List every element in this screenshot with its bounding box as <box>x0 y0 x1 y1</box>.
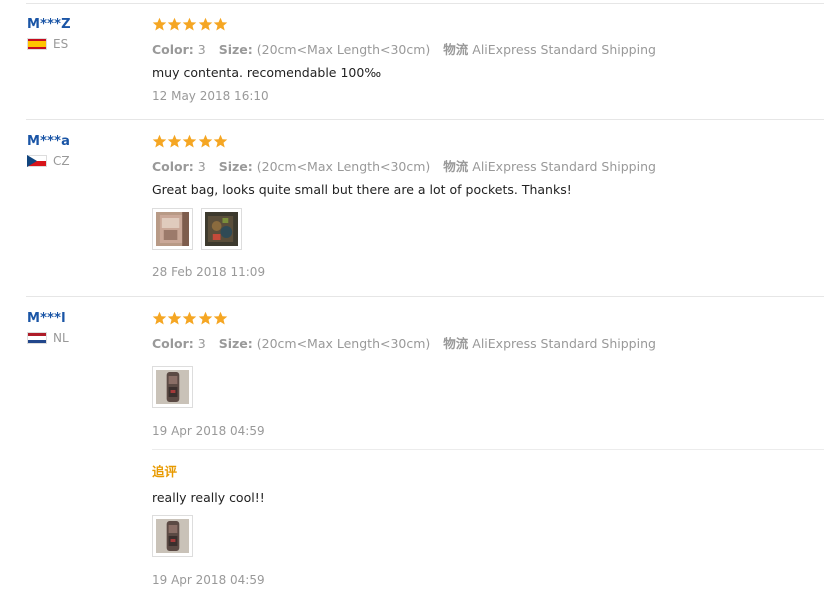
star-rating <box>152 311 812 327</box>
star-icon <box>152 134 167 148</box>
color-label: Color: <box>152 159 194 174</box>
order-info: Color: 3 Size: (20cm<Max Length<30cm) 物流… <box>152 156 656 175</box>
star-icon <box>167 311 182 325</box>
size-label: Size: <box>218 42 253 57</box>
shipping-value: AliExpress Standard Shipping <box>472 42 656 57</box>
star-icon <box>198 134 212 148</box>
star-icon <box>183 17 197 31</box>
additional-review-divider <box>152 449 824 450</box>
review-date: 12 May 2018 16:10 <box>152 89 269 103</box>
bag-photo-icon <box>205 212 238 246</box>
star-icon <box>198 311 212 325</box>
color-value: 3 <box>197 159 206 174</box>
czech-flag-icon <box>27 155 47 167</box>
user-name[interactable]: M***a <box>27 134 70 149</box>
review-content: Color: 3 Size: (20cm<Max Length<30cm) 物流… <box>152 17 812 103</box>
star-icon <box>183 134 197 148</box>
size-value: (20cm<Max Length<30cm) <box>256 336 431 351</box>
country-code: CZ <box>53 154 70 168</box>
review-date: 19 Apr 2018 04:59 <box>152 424 265 438</box>
user-name[interactable]: M***l <box>27 311 66 326</box>
star-icon <box>198 17 212 31</box>
review-photo-thumbnail[interactable] <box>152 208 193 250</box>
review-photos <box>152 366 193 408</box>
color-value: 3 <box>197 42 206 57</box>
star-icon <box>167 17 182 31</box>
additional-photos <box>152 515 193 557</box>
country-code: ES <box>53 37 69 51</box>
user-country: CZ <box>27 154 70 168</box>
review-content: Color: 3 Size: (20cm<Max Length<30cm) 物流… <box>152 134 812 279</box>
order-info: Color: 3 Size: (20cm<Max Length<30cm) 物流… <box>152 39 656 58</box>
bag-photo-icon <box>156 370 189 404</box>
shipping-label: 物流 <box>443 42 469 57</box>
review-date: 28 Feb 2018 11:09 <box>152 265 266 279</box>
color-value: 3 <box>197 336 206 351</box>
star-icon <box>213 134 227 148</box>
order-info: Color: 3 Size: (20cm<Max Length<30cm) 物流… <box>152 333 656 352</box>
review-text: muy contenta. recomendable 100‰ <box>152 65 382 80</box>
bag-photo-icon <box>156 519 189 553</box>
size-label: Size: <box>218 336 253 351</box>
shipping-label: 物流 <box>443 336 469 351</box>
size-value: (20cm<Max Length<30cm) <box>256 42 431 57</box>
top-divider <box>26 3 824 4</box>
shipping-value: AliExpress Standard Shipping <box>472 159 656 174</box>
netherlands-flag-icon <box>27 332 47 344</box>
user-country: NL <box>27 331 69 345</box>
country-code: NL <box>53 331 69 345</box>
additional-feedback-label: 追评 <box>152 464 178 479</box>
star-icon <box>167 134 182 148</box>
review-photos <box>152 208 242 250</box>
star-icon <box>152 17 167 31</box>
review-divider <box>26 296 824 297</box>
review-user: M***a CZ <box>27 134 70 168</box>
review-photo-thumbnail[interactable] <box>201 208 242 250</box>
star-rating <box>152 17 812 33</box>
star-icon <box>213 17 227 31</box>
review-text: Great bag, looks quite small but there a… <box>152 182 572 197</box>
star-icon <box>152 311 167 325</box>
star-icon <box>213 311 227 325</box>
review-photo-thumbnail[interactable] <box>152 366 193 408</box>
review-user: M***l NL <box>27 311 69 345</box>
user-country: ES <box>27 37 68 51</box>
size-label: Size: <box>218 159 253 174</box>
review-user: M***Z ES <box>27 17 71 51</box>
spain-flag-icon <box>27 38 47 50</box>
review-content: Color: 3 Size: (20cm<Max Length<30cm) 物流… <box>152 311 812 438</box>
review-photo-thumbnail[interactable] <box>152 515 193 557</box>
additional-feedback-text: really really cool!! <box>152 490 265 505</box>
star-rating <box>152 134 812 150</box>
review-divider <box>26 119 824 120</box>
star-icon <box>183 311 197 325</box>
shipping-value: AliExpress Standard Shipping <box>472 336 656 351</box>
additional-feedback-date: 19 Apr 2018 04:59 <box>152 573 265 587</box>
color-label: Color: <box>152 336 194 351</box>
color-label: Color: <box>152 42 194 57</box>
user-name[interactable]: M***Z <box>27 17 71 32</box>
size-value: (20cm<Max Length<30cm) <box>256 159 431 174</box>
bag-photo-icon <box>156 212 189 246</box>
shipping-label: 物流 <box>443 159 469 174</box>
